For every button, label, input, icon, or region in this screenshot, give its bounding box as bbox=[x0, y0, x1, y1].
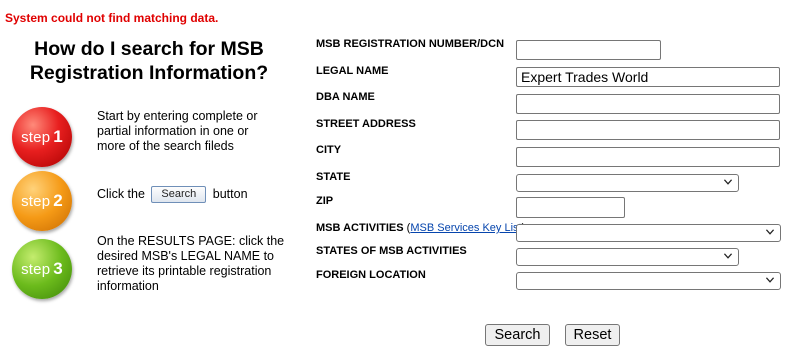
registration-number-label: MSB REGISTRATION NUMBER/DCN bbox=[316, 38, 505, 50]
msb-activities-label: MSB ACTIVITIES (MSB Services Key List) bbox=[316, 222, 525, 234]
reset-button[interactable]: Reset bbox=[565, 324, 620, 346]
step-2-text: Click the Search button bbox=[97, 186, 297, 203]
legal-name-label: LEGAL NAME bbox=[316, 65, 389, 77]
msb-activities-select[interactable] bbox=[516, 224, 781, 242]
step-3-number: 3 bbox=[53, 259, 63, 278]
step-3-word: step bbox=[21, 260, 51, 278]
step-1-text: Start by entering complete or partial in… bbox=[97, 109, 258, 153]
street-address-input[interactable] bbox=[516, 120, 780, 140]
street-address-label: STREET ADDRESS bbox=[316, 118, 416, 130]
chevron-down-icon bbox=[724, 252, 732, 260]
help-title-line2: Registration Information? bbox=[29, 62, 269, 84]
step-3-text: On the RESULTS PAGE: click the desired M… bbox=[97, 234, 285, 293]
city-label: CITY bbox=[316, 144, 342, 156]
step-1-word: step bbox=[21, 128, 51, 146]
help-title-line1: How do I search for MSB bbox=[34, 38, 264, 60]
state-select[interactable] bbox=[516, 174, 739, 192]
dba-name-label: DBA NAME bbox=[316, 91, 375, 103]
error-message: System could not find matching data. bbox=[5, 11, 219, 25]
dba-name-input[interactable] bbox=[516, 94, 780, 114]
step-2-badge: step 2 bbox=[12, 171, 72, 231]
chevron-down-icon bbox=[766, 228, 774, 236]
step-2-text-after: button bbox=[212, 186, 248, 201]
state-label: STATE bbox=[316, 171, 351, 183]
legal-name-input[interactable] bbox=[516, 67, 780, 87]
step-2-word: step bbox=[21, 192, 51, 210]
foreign-location-select[interactable] bbox=[516, 272, 781, 290]
step-2-number: 2 bbox=[53, 191, 63, 210]
step-3-badge: step 3 bbox=[12, 239, 72, 299]
states-of-msb-activities-label: STATES OF MSB ACTIVITIES bbox=[316, 245, 467, 257]
step-2-search-button-image: Search bbox=[151, 186, 207, 203]
search-button[interactable]: Search bbox=[485, 324, 550, 346]
registration-number-input[interactable] bbox=[516, 40, 661, 60]
zip-input[interactable] bbox=[516, 197, 625, 218]
states-of-msb-activities-select[interactable] bbox=[516, 248, 739, 266]
step-1-number: 1 bbox=[53, 127, 63, 146]
chevron-down-icon bbox=[724, 178, 732, 186]
foreign-location-label: FOREIGN LOCATION bbox=[316, 269, 426, 281]
msb-activities-label-text: MSB ACTIVITIES bbox=[316, 222, 404, 234]
step-2-text-before: Click the bbox=[97, 186, 145, 201]
city-input[interactable] bbox=[516, 147, 780, 167]
zip-label: ZIP bbox=[316, 195, 334, 207]
step-1-badge: step 1 bbox=[12, 107, 72, 167]
chevron-down-icon bbox=[766, 276, 774, 284]
help-title: How do I search for MSB Registration Inf… bbox=[14, 37, 284, 85]
msb-services-key-list-link[interactable]: MSB Services Key List bbox=[410, 222, 521, 234]
